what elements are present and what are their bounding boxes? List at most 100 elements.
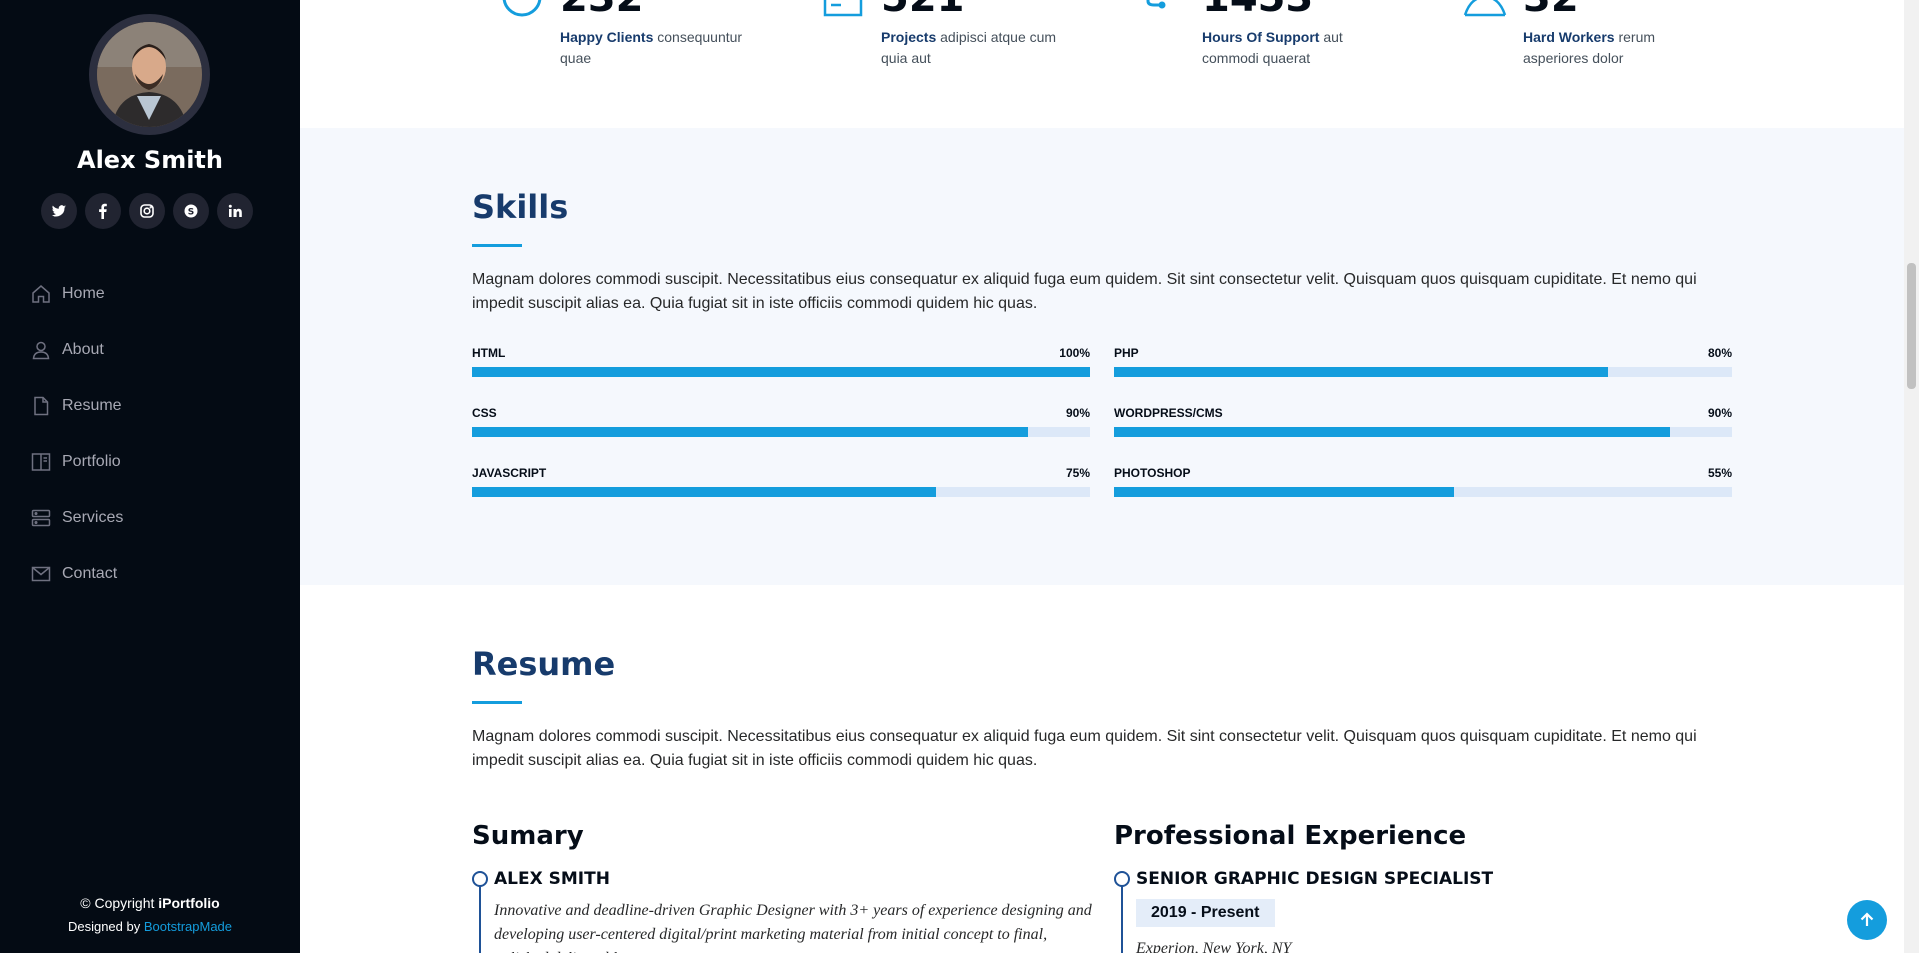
nav-label: Contact	[62, 565, 118, 582]
skill-photoshop: Photoshop 55%	[1114, 466, 1732, 497]
copyright-brand: iPortfolio	[158, 895, 220, 911]
skill-value: 75%	[1065, 466, 1090, 480]
progress-fill	[1114, 487, 1454, 497]
job-title: Senior graphic design specialist	[1136, 869, 1494, 889]
fact-label: Happy Clients	[560, 29, 654, 45]
fact-label: Hard Workers	[1523, 29, 1615, 45]
sidebar: Alex Smith S Home About Resume Portfolio…	[0, 0, 300, 953]
progress-fill	[472, 487, 936, 497]
nav-menu: Home About Resume Portfolio Services Con…	[30, 266, 123, 602]
nav-label: Portfolio	[62, 453, 121, 470]
job-dates: 2019 - Present	[1136, 899, 1275, 927]
fact-number: 1453	[1202, 0, 1313, 21]
summary-name: Alex Smith	[494, 869, 610, 889]
skill-name: HTML	[472, 346, 506, 360]
job-location: Experion, New York, NY	[1136, 940, 1292, 953]
progress-fill	[1114, 367, 1609, 377]
skill-wordpress: WordPress/CMS 90%	[1114, 406, 1732, 437]
section-description: Magnam dolores commodi suscipit. Necessi…	[472, 728, 1697, 769]
fact-number: 521	[881, 0, 965, 21]
skill-value: 90%	[1707, 406, 1732, 420]
skill-value: 80%	[1707, 346, 1732, 360]
summary-text: Innovative and deadline-driven Graphic D…	[494, 902, 1092, 953]
fact-label: Hours Of Support	[1202, 29, 1320, 45]
skill-name: JavaScript	[472, 466, 547, 480]
nav-item-services[interactable]: Services	[30, 490, 123, 546]
timeline-dot	[472, 871, 488, 887]
people-icon	[1463, 0, 1507, 17]
facts-section: 232 Happy Clients consequuntur quae 521 …	[300, 0, 1904, 128]
fact-description: Hours Of Support aut commodi quaerat	[1202, 27, 1402, 69]
journal-icon	[823, 0, 863, 17]
nav-label: Services	[62, 509, 124, 526]
bootstrapmade-link[interactable]: BootstrapMade	[144, 919, 232, 934]
skype-icon[interactable]: S	[173, 193, 209, 229]
person-icon	[32, 341, 50, 360]
section-title: Skills	[472, 188, 569, 226]
progress-bar	[472, 487, 1090, 497]
avatar	[89, 14, 210, 135]
progress-bar	[472, 427, 1090, 437]
book-icon	[31, 453, 51, 471]
nav-item-about[interactable]: About	[30, 322, 123, 378]
server-icon	[31, 509, 51, 527]
timeline-line	[1121, 878, 1123, 953]
title-underline	[472, 701, 522, 704]
nav-item-portfolio[interactable]: Portfolio	[30, 434, 123, 490]
profile-name: Alex Smith	[77, 146, 223, 174]
nav-label: Resume	[62, 397, 122, 414]
skill-value: 55%	[1707, 466, 1732, 480]
linkedin-icon[interactable]	[217, 193, 253, 229]
skill-name: PHP	[1114, 346, 1139, 360]
section-title: Resume	[472, 645, 616, 683]
resume-section: Resume Magnam dolores commodi suscipit. …	[300, 585, 1904, 953]
progress-bar	[1114, 367, 1732, 377]
copyright: © Copyright iPortfolio	[0, 895, 300, 911]
skill-php: PHP 80%	[1114, 346, 1732, 377]
skill-value: 100%	[1059, 346, 1090, 360]
nav-item-contact[interactable]: Contact	[30, 546, 123, 602]
skills-section: Skills Magnam dolores commodi suscipit. …	[300, 128, 1904, 585]
envelope-icon	[31, 566, 51, 582]
progress-bar	[1114, 487, 1732, 497]
social-links: S	[41, 193, 253, 229]
fact-description: Projects adipisci atque cum quia aut	[881, 27, 1081, 69]
nav-label: About	[62, 341, 104, 358]
emoji-smile-icon	[502, 0, 542, 17]
skill-html: HTML 100%	[472, 346, 1090, 377]
fact-label: Projects	[881, 29, 937, 45]
fact-description: Hard Workers rerum asperiores dolor	[1523, 27, 1723, 69]
scrollbar[interactable]	[1904, 0, 1919, 953]
home-icon	[32, 285, 50, 303]
title-underline	[472, 244, 522, 247]
fact-number: 232	[560, 0, 644, 21]
skill-name: WordPress/CMS	[1114, 406, 1223, 420]
scrollbar-thumb[interactable]	[1907, 263, 1916, 389]
fact-number: 32	[1523, 0, 1579, 21]
fact-description: Happy Clients consequuntur quae	[560, 27, 760, 69]
section-description: Magnam dolores commodi suscipit. Necessi…	[472, 271, 1697, 312]
progress-fill	[472, 367, 1090, 377]
timeline-dot	[1114, 871, 1130, 887]
skill-name: Photoshop	[1114, 466, 1191, 480]
nav-label: Home	[62, 285, 105, 302]
file-icon	[34, 396, 49, 416]
arrow-up-icon	[1860, 912, 1874, 926]
progress-bar	[1114, 427, 1732, 437]
headset-icon	[1146, 0, 1166, 9]
skill-name: CSS	[472, 406, 497, 420]
instagram-icon[interactable]	[129, 193, 165, 229]
timeline-line	[479, 878, 481, 953]
facebook-icon[interactable]	[85, 193, 121, 229]
nav-item-resume[interactable]: Resume	[30, 378, 123, 434]
skill-javascript: JavaScript 75%	[472, 466, 1090, 497]
summary-title: Sumary	[472, 821, 584, 851]
main-content: 232 Happy Clients consequuntur quae 521 …	[300, 0, 1904, 953]
nav-item-home[interactable]: Home	[30, 266, 123, 322]
experience-title: Professional Experience	[1114, 821, 1467, 851]
back-to-top-button[interactable]	[1847, 900, 1887, 940]
skill-css: CSS 90%	[472, 406, 1090, 437]
twitter-icon[interactable]	[41, 193, 77, 229]
designed-prefix: Designed by	[67, 919, 144, 934]
skill-value: 90%	[1065, 406, 1090, 420]
